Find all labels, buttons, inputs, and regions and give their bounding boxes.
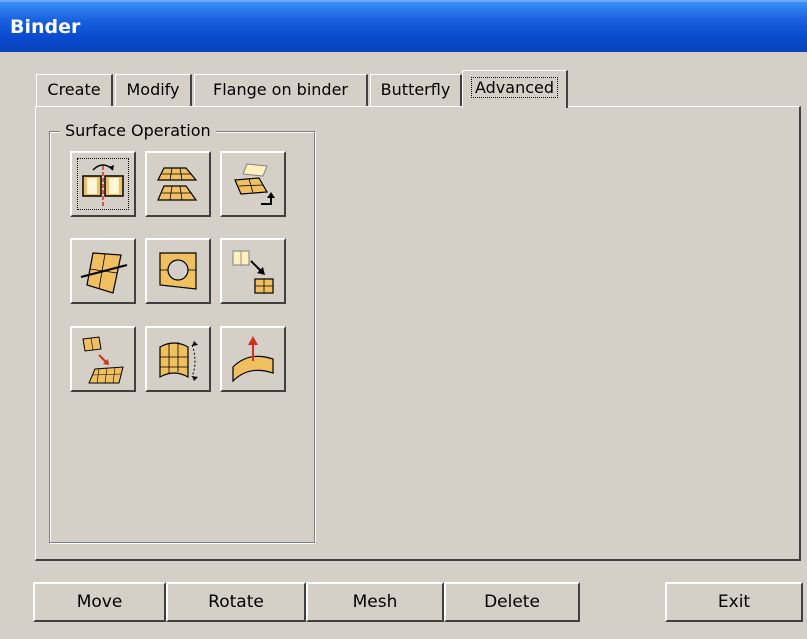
extend-surface-icon bbox=[159, 341, 198, 381]
tab-flange-on-binder[interactable]: Flange on binder bbox=[194, 74, 368, 106]
normal-direction-button[interactable] bbox=[220, 326, 286, 392]
group-label: Surface Operation bbox=[60, 120, 216, 142]
surface-to-mesh-icon bbox=[232, 250, 274, 294]
tab-create[interactable]: Create bbox=[36, 74, 113, 106]
button-label: Move bbox=[76, 592, 123, 612]
tab-advanced[interactable]: Advanced bbox=[462, 70, 568, 108]
mesh-button[interactable]: Mesh bbox=[306, 582, 444, 622]
title-bar[interactable]: Binder bbox=[0, 0, 807, 52]
exit-button[interactable]: Exit bbox=[665, 582, 803, 622]
extend-surface-button[interactable] bbox=[145, 326, 211, 392]
split-surface-button[interactable] bbox=[70, 151, 136, 217]
surface-to-mesh-button[interactable] bbox=[220, 238, 286, 304]
copy-surface-icon bbox=[234, 163, 275, 205]
map-surface-mesh-button[interactable] bbox=[70, 326, 136, 392]
button-label: Exit bbox=[717, 592, 751, 612]
tab-label: Butterfly bbox=[380, 80, 451, 99]
button-label: Delete bbox=[484, 592, 540, 612]
trim-surface-line-icon bbox=[80, 252, 128, 294]
fill-hole-icon bbox=[159, 252, 197, 290]
split-surface-icon bbox=[82, 164, 124, 206]
tab-label: Advanced bbox=[470, 77, 559, 98]
offset-surfaces-icon bbox=[157, 167, 198, 201]
delete-button[interactable]: Delete bbox=[444, 582, 580, 622]
tab-label: Flange on binder bbox=[212, 80, 348, 99]
window-title: Binder bbox=[10, 16, 81, 38]
tab-label: Create bbox=[47, 80, 101, 99]
map-surface-mesh-icon bbox=[82, 336, 124, 384]
copy-surface-button[interactable] bbox=[220, 151, 286, 217]
tab-label: Modify bbox=[126, 80, 180, 99]
move-button[interactable]: Move bbox=[33, 582, 166, 622]
tab-butterfly[interactable]: Butterfly bbox=[370, 74, 462, 106]
fill-hole-button[interactable] bbox=[145, 238, 211, 304]
rotate-button[interactable]: Rotate bbox=[166, 582, 306, 622]
tab-modify[interactable]: Modify bbox=[115, 74, 192, 106]
button-label: Rotate bbox=[208, 592, 264, 612]
offset-surfaces-button[interactable] bbox=[145, 151, 211, 217]
normal-direction-icon bbox=[232, 336, 274, 383]
trim-surface-button[interactable] bbox=[70, 238, 136, 304]
button-label: Mesh bbox=[352, 592, 398, 612]
